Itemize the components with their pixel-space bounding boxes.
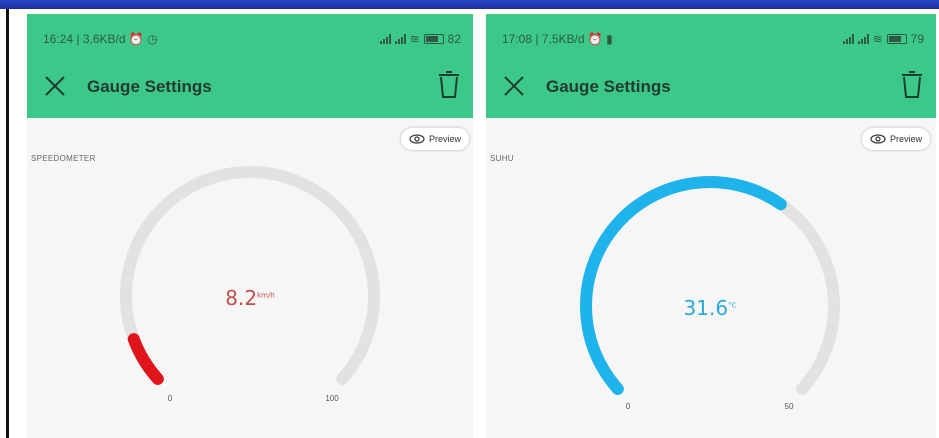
gauge-max-label: 50 [784, 402, 794, 411]
gauge-value-display: 8.2km/h [225, 286, 274, 310]
gauge-value-display: 31.6°C [684, 296, 737, 320]
gauge-unit: °C [728, 301, 737, 310]
phone-screen-temperature: 17:08 | 7,5KB/d ⏰ ▮ ≋ 79 Gauge Settings [486, 14, 936, 438]
window-top-border [0, 0, 939, 9]
gauge-track [120, 166, 380, 385]
gauge-value: 8.2 [225, 286, 258, 310]
phone-screen-speedometer: 16:24 | 3,6KB/d ⏰ ◷ ≋ 82 Gauge Settings [27, 14, 473, 438]
window-left-border [6, 9, 9, 438]
gauge-max-label: 100 [325, 394, 339, 403]
gauge-fill [580, 176, 787, 395]
gauge [580, 176, 840, 395]
gauge-fill [127, 333, 164, 385]
gauge [120, 166, 380, 385]
gauge-unit: km/h [257, 291, 275, 300]
gauge-min-label: 0 [167, 394, 173, 403]
gauge-value: 31.6 [683, 296, 729, 320]
gauge-min-label: 0 [625, 402, 631, 411]
